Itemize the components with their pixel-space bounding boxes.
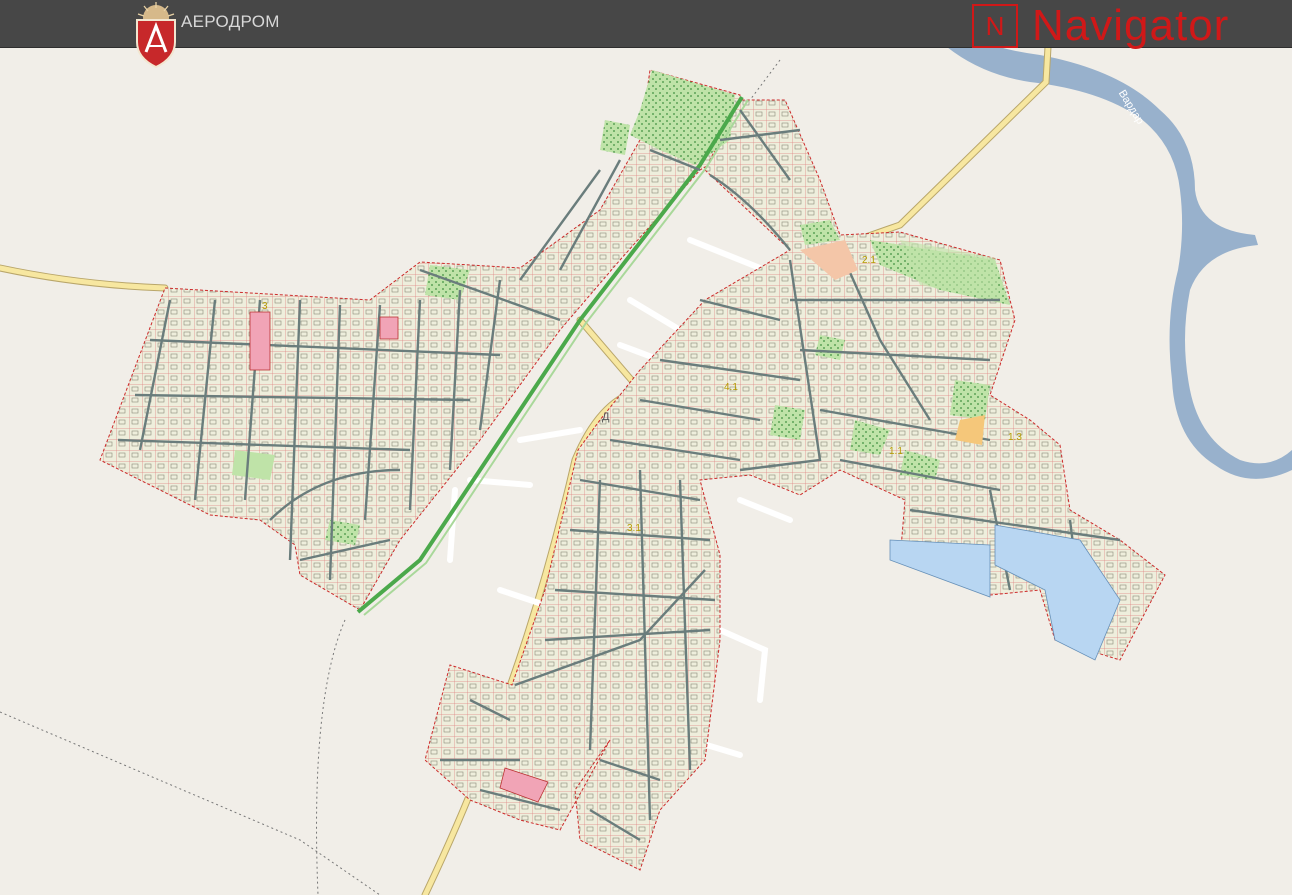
district-northeast[interactable] [424, 99, 1166, 871]
brand-box-letter: N [972, 4, 1018, 48]
street-label: Д [602, 411, 610, 423]
district-marker: 1.3 [1008, 432, 1022, 443]
district-marker: 2.1 [862, 255, 876, 266]
district-marker: 1.1 [889, 446, 903, 457]
municipality-name: АЕРОДРОМ [181, 12, 280, 31]
emblem-icon [136, 2, 176, 68]
district-marker: 3.1 [627, 523, 641, 534]
brand-name: Navigator [1032, 1, 1230, 50]
navigator-logo-icon: N Navigator [972, 3, 1229, 49]
urban-plan-map[interactable] [0, 0, 1292, 895]
district-marker: 3 [262, 301, 268, 312]
district-marker: 4.1 [724, 382, 738, 393]
